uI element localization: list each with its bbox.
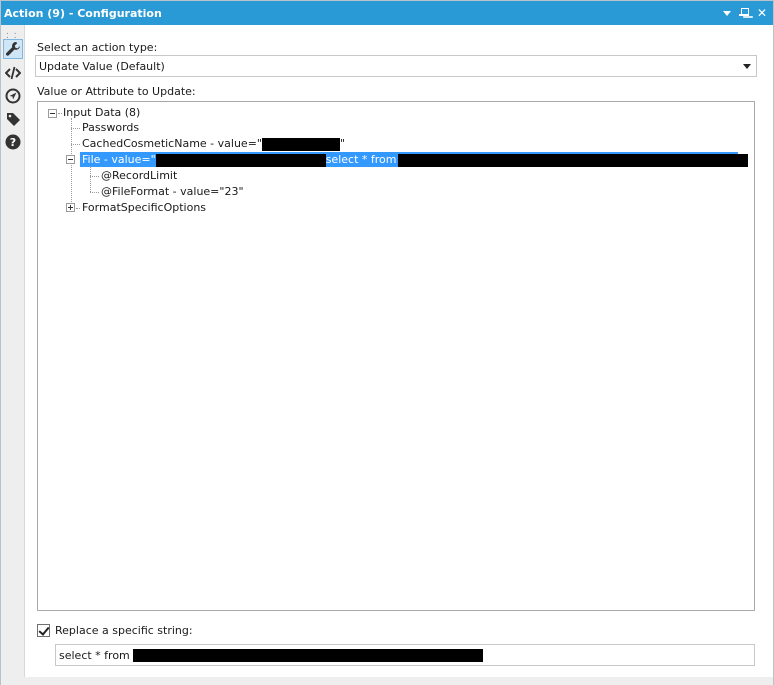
tree-node-cached-cosmetic-name[interactable]: CachedCosmeticName - value=" " <box>82 136 345 151</box>
collapse-icon[interactable] <box>48 109 57 118</box>
pin-icon[interactable] <box>738 7 749 19</box>
tree-node-input-data[interactable]: Input Data (8) <box>63 105 140 120</box>
cached-label: CachedCosmeticName - value=" <box>82 137 262 150</box>
wrench-icon[interactable] <box>3 39 23 59</box>
tree-node-format-specific-options[interactable]: FormatSpecificOptions <box>82 200 206 215</box>
redacted-block <box>132 648 483 662</box>
redacted-block <box>261 137 340 151</box>
grip-icon: . . . . <box>6 27 18 41</box>
help-icon[interactable]: ? <box>3 132 23 152</box>
sidebar: . . . . ? <box>1 25 25 685</box>
action-type-select[interactable]: Update Value (Default) <box>35 55 757 77</box>
expand-icon[interactable] <box>66 203 75 212</box>
main-content: Select an action type: Update Value (Def… <box>25 25 773 684</box>
svg-text:?: ? <box>10 136 16 149</box>
tree-label: Value or Attribute to Update: <box>37 85 196 98</box>
collapse-icon[interactable] <box>66 155 75 164</box>
close-icon[interactable]: ✕ <box>757 7 767 19</box>
configuration-window: Action (9) - Configuration ✕ . . . . ? S… <box>0 0 774 685</box>
tree-node-passwords[interactable]: Passwords <box>82 120 139 135</box>
replace-string-checkbox[interactable] <box>37 623 50 637</box>
code-icon[interactable] <box>3 63 23 83</box>
tree-node-file-format[interactable]: @FileFormat - value="23" <box>101 184 244 199</box>
title-controls: ✕ <box>722 1 767 25</box>
tag-icon[interactable] <box>3 109 23 129</box>
replace-string-input[interactable]: select * from <box>55 644 755 666</box>
attribute-tree[interactable]: Input Data (8) Passwords CachedCosmeticN… <box>37 101 755 611</box>
chevron-down-icon[interactable] <box>743 64 751 69</box>
replace-string-row[interactable]: Replace a specific string: <box>37 623 193 637</box>
redacted-block <box>155 153 326 167</box>
dropdown-icon[interactable] <box>722 10 731 16</box>
tree-node-file[interactable]: File - value=" select * from " <box>82 152 754 167</box>
title-bar: Action (9) - Configuration ✕ <box>1 1 773 25</box>
navigation-icon[interactable] <box>3 86 23 106</box>
redacted-block <box>398 153 749 167</box>
replace-string-label: Replace a specific string: <box>55 623 193 637</box>
window-title: Action (9) - Configuration <box>4 6 162 20</box>
bottom-bar <box>1 677 773 685</box>
action-type-selected: Update Value (Default) <box>39 59 165 73</box>
tree-node-record-limit[interactable]: @RecordLimit <box>101 168 177 183</box>
action-type-label: Select an action type: <box>37 41 158 54</box>
